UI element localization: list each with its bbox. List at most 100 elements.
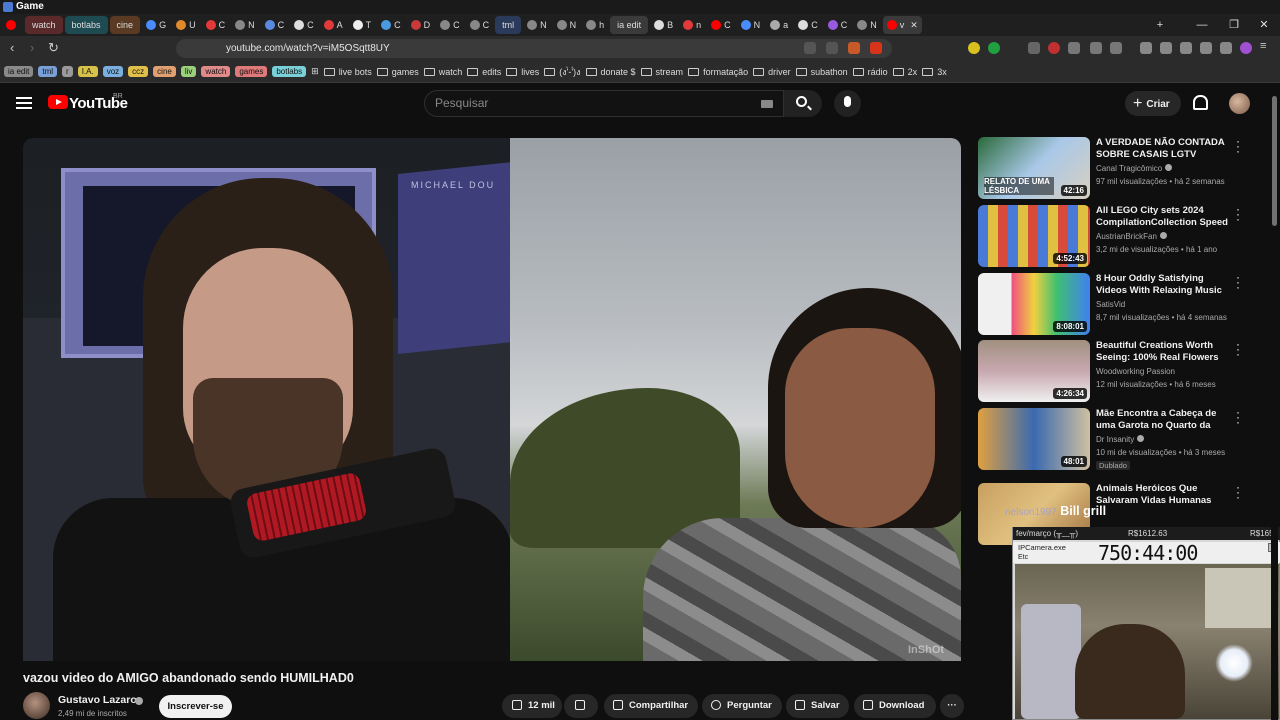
vpn-icon[interactable] [1220, 42, 1232, 54]
bookmark-group-10[interactable]: botlabs [272, 66, 307, 77]
account-avatar[interactable] [1229, 93, 1250, 114]
bookmark-item-12[interactable]: 2x [892, 67, 917, 77]
youtube-logo-icon[interactable] [48, 95, 68, 109]
more-vertical-icon[interactable]: · · · [1236, 338, 1240, 360]
apps-grid-icon[interactable]: ⊞ [311, 66, 319, 77]
search-input[interactable]: Pesquisar [424, 90, 784, 117]
extension-icon[interactable] [1028, 42, 1040, 54]
create-button[interactable]: + Criar [1125, 91, 1181, 116]
page-scrollbar[interactable] [1271, 88, 1278, 720]
more-vertical-icon[interactable]: · · · [1236, 271, 1240, 293]
tab-11[interactable]: T [349, 16, 376, 34]
tab-group-3[interactable]: cine [109, 16, 141, 34]
recommendation-title[interactable]: Beautiful Creations Worth Seeing: 100% R… [1096, 340, 1231, 364]
tab-10[interactable]: A [320, 16, 347, 34]
tab-15[interactable]: C [466, 16, 494, 34]
dislike-button[interactable] [564, 694, 598, 718]
bookmark-group-6[interactable]: cine [153, 66, 176, 77]
tab-12[interactable]: C [377, 16, 405, 34]
ask-button[interactable]: Perguntar [702, 694, 782, 718]
recommendation-channel[interactable]: Dr Insanity [1096, 435, 1145, 444]
tab-17[interactable]: N [523, 16, 551, 34]
recommendation-title[interactable]: 8 Hour Oddly Satisfying Videos With Rela… [1096, 273, 1231, 297]
like-button[interactable]: 12 mil [502, 694, 562, 718]
tab-4[interactable]: G [142, 16, 170, 34]
recommendation-thumbnail[interactable]: 4:52:43 [978, 205, 1090, 267]
tab-18[interactable]: N [553, 16, 581, 34]
recommendation-channel[interactable]: Woodworking Passion [1096, 367, 1175, 376]
bookmark-group-5[interactable]: ccz [128, 66, 149, 77]
bookmark-item-0[interactable]: live bots [323, 67, 372, 77]
bookmark-group-7[interactable]: liv [180, 66, 197, 77]
tab-28[interactable]: N [853, 16, 881, 34]
share-page-icon[interactable] [826, 42, 838, 54]
tab-group-16[interactable]: tml [495, 16, 522, 34]
more-vertical-icon[interactable]: · · · [1236, 203, 1240, 225]
tab-8[interactable]: C [261, 16, 289, 34]
extension-icon[interactable] [1090, 42, 1102, 54]
voice-search-icon[interactable] [834, 90, 861, 117]
tab-0[interactable] [2, 16, 23, 34]
bookmark-item-4[interactable]: lives [506, 67, 539, 77]
bookmark-item-2[interactable]: watch [423, 67, 462, 77]
tab-23[interactable]: C [707, 16, 735, 34]
tab-group-2[interactable]: botlabs [64, 16, 108, 34]
bookmark-group-1[interactable]: tml [38, 66, 58, 77]
tab-26[interactable]: C [794, 16, 822, 34]
bookmark-item-13[interactable]: 3x [922, 67, 947, 77]
recommendation-item[interactable]: 4:52:43 All LEGO City sets 2024 Compilati… [978, 203, 1258, 267]
tab-6[interactable]: C [202, 16, 230, 34]
sidebar-icon[interactable] [1160, 42, 1172, 54]
profile-icon[interactable] [1240, 42, 1252, 54]
bookmark-group-0[interactable]: ia edit [4, 66, 34, 77]
extension-icon[interactable] [988, 42, 1000, 54]
bookmark-item-11[interactable]: rádio [852, 67, 888, 77]
tab-27[interactable]: C [824, 16, 852, 34]
menu-icon[interactable]: ≡ [1260, 40, 1266, 52]
bookmark-group-8[interactable]: watch [201, 66, 231, 77]
extension-icon[interactable] [1200, 42, 1212, 54]
extension-icon[interactable] [1068, 42, 1080, 54]
recommendation-item[interactable]: RELATO DE UMA LÉSBICA 42:16 A VERDADE NÃO … [978, 135, 1258, 199]
bookmark-item-5[interactable]: (ง'̀-'́)ง [544, 65, 581, 79]
camera-overlay-window[interactable]: fev/março (╥﹏╥) R$1612.63 R$1650 IPCamer… [1012, 527, 1280, 720]
bookmark-group-3[interactable]: I.A. [77, 66, 98, 77]
minimize-icon[interactable]: — [1186, 14, 1218, 36]
more-actions-button[interactable]: ··· [940, 694, 964, 718]
tab-24[interactable]: N [737, 16, 765, 34]
extension-icon[interactable] [1048, 42, 1060, 54]
recommendation-title[interactable]: A VERDADE NÃO CONTADA SOBRE CASAIS LGTV [1096, 137, 1231, 161]
bookmark-group-4[interactable]: voz [102, 66, 124, 77]
subscribe-button[interactable]: Inscrever-se [159, 695, 232, 718]
tab-7[interactable]: N [231, 16, 259, 34]
video-player[interactable]: MICHAEL DOU InShOt [23, 138, 961, 661]
recommendation-channel[interactable]: SatisVid [1096, 300, 1125, 309]
new-tab-button[interactable]: + [1144, 14, 1176, 36]
recommendation-thumbnail[interactable]: 4:26:34 [978, 340, 1090, 402]
recommendation-channel[interactable]: Canal Tragicômico [1096, 164, 1173, 173]
channel-avatar[interactable] [23, 692, 50, 719]
tab-22[interactable]: n [679, 16, 705, 34]
tab-5[interactable]: U [172, 16, 200, 34]
reload-icon[interactable]: ↻ [48, 40, 59, 56]
extension-icon[interactable] [1110, 42, 1122, 54]
channel-name[interactable]: Gustavo Lazaro [58, 694, 137, 706]
recommendation-item[interactable]: 8:08:01 8 Hour Oddly Satisfying Videos Wi… [978, 271, 1258, 335]
extension-icon[interactable] [968, 42, 980, 54]
wallet-icon[interactable] [1180, 42, 1192, 54]
cast-icon[interactable] [804, 42, 816, 54]
recommendation-thumbnail[interactable]: RELATO DE UMA LÉSBICA 42:16 [978, 137, 1090, 199]
recommendation-channel[interactable]: AustrianBrickFan [1096, 232, 1167, 241]
bookmark-item-3[interactable]: edits [467, 67, 501, 77]
tab-19[interactable]: h [582, 16, 608, 34]
tab-close-icon[interactable]: ✕ [910, 20, 918, 31]
scrollbar-thumb[interactable] [1272, 96, 1277, 226]
close-window-icon[interactable]: ✕ [1248, 14, 1280, 36]
save-button[interactable]: Salvar [786, 694, 849, 718]
share-button[interactable]: Compartilhar [604, 694, 698, 718]
restore-icon[interactable]: ❐ [1218, 14, 1250, 36]
recommendation-title[interactable]: Mãe Encontra a Cabeça de uma Garota no Q… [1096, 408, 1231, 432]
tab-14[interactable]: C [436, 16, 464, 34]
keyboard-icon[interactable] [761, 100, 773, 108]
recommendation-item[interactable]: 48:01 Mãe Encontra a Cabeça de uma Garota… [978, 406, 1258, 470]
